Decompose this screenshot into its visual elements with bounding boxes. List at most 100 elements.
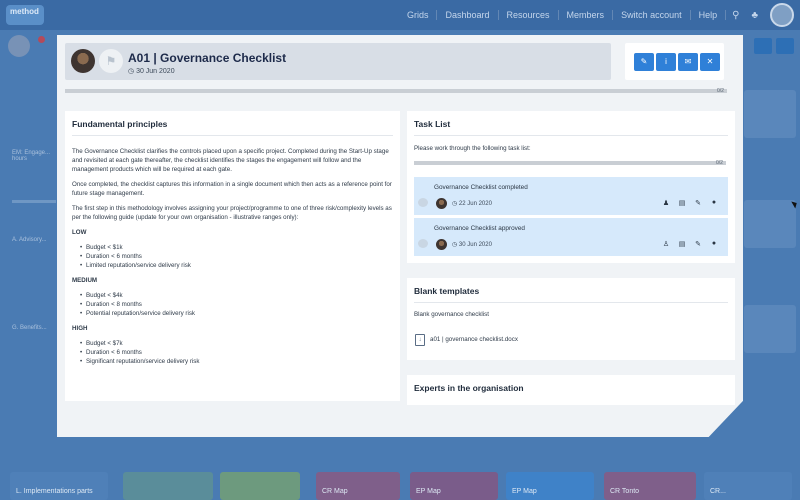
template-name: Blank governance checklist [414, 311, 489, 318]
experts-panel: Experts in the organisation [407, 375, 735, 405]
bg-grid-card[interactable] [123, 472, 213, 500]
owner-avatar [8, 35, 30, 57]
task-name: Governance Checklist completed [434, 184, 528, 191]
bell-outline-icon[interactable]: ♙ [662, 240, 670, 248]
paragraph: The first step in this methodology invol… [72, 205, 392, 221]
method-logo[interactable]: method [6, 5, 44, 25]
info-icon[interactable]: ● [710, 240, 718, 248]
bg-grid-card[interactable]: EP Map [506, 472, 594, 500]
flag-icon[interactable]: ⚑ [99, 49, 123, 73]
bg-grid-card[interactable]: CR Map [316, 472, 400, 500]
info-icon: i [665, 57, 667, 66]
task-item[interactable]: Governance Checklist approved ◷ 30 Jun 2… [414, 218, 728, 256]
task-list-panel: Task List Please work through the follow… [407, 111, 735, 263]
level-list: Budget < $7k Duration < 6 months Signifi… [80, 339, 392, 366]
list-item: Limited reputation/service delivery risk [80, 261, 392, 270]
pencil-icon: ✎ [640, 57, 648, 66]
comment-icon[interactable]: ✎ [694, 199, 702, 207]
bg-edit-button[interactable] [754, 38, 772, 54]
assignee-avatar [436, 239, 447, 250]
action-toolbar: ✎ i ✉ ✕ [625, 43, 724, 80]
comment-icon: ✉ [684, 57, 692, 66]
level-heading: HIGH [72, 325, 88, 332]
close-icon: ✕ [706, 57, 714, 66]
task-date-text: 30 Jun 2020 [458, 242, 492, 248]
bg-grid-card[interactable]: CR... [704, 472, 792, 500]
fundamental-principles-panel: Fundamental principles The Governance Ch… [65, 111, 400, 401]
document-icon[interactable]: ▤ [678, 199, 686, 207]
bottom-grid-row: L. Implementations parts CR Map EP Map E… [0, 472, 800, 500]
edit-button[interactable]: ✎ [634, 53, 654, 71]
task-checkbox[interactable] [418, 198, 428, 207]
bg-card-label: G. Benefits... [12, 325, 47, 331]
bg-grid-card[interactable]: L. Implementations parts [10, 472, 108, 500]
bg-grid-card[interactable]: EP Map [410, 472, 498, 500]
file-icon: ↓ [415, 334, 425, 346]
bg-close-button[interactable] [776, 38, 794, 54]
level-list: Budget < $1k Duration < 6 months Limited… [80, 243, 392, 270]
checklist-progress-bar [65, 89, 727, 93]
divider [72, 135, 393, 136]
bg-grid-card[interactable] [220, 472, 300, 500]
list-item: Potential reputation/service delivery ri… [80, 309, 392, 318]
bell-icon[interactable]: ♟ [662, 199, 670, 207]
nav-switch-account[interactable]: Switch account [613, 10, 691, 20]
comment-button[interactable]: ✉ [678, 53, 698, 71]
assignee-avatar [436, 198, 447, 209]
template-file-link[interactable]: a01 | governance checklist.docx [430, 336, 518, 343]
comment-icon[interactable]: ✎ [694, 240, 702, 248]
modal-header: ⚑ A01 | Governance Checklist ◷ 30 Jun 20… [65, 43, 611, 80]
bg-right-card [744, 90, 796, 138]
paragraph: The Governance Checklist clarifies the c… [72, 148, 389, 173]
page-title: A01 | Governance Checklist [128, 51, 287, 65]
level-heading: LOW [72, 229, 87, 236]
divider [414, 135, 728, 136]
task-intro-text: Please work through the following task l… [414, 145, 531, 152]
bg-card-label: EM: Engage... hours [12, 150, 51, 162]
user-avatar[interactable] [770, 3, 794, 27]
due-date: ◷ 30 Jun 2020 [128, 68, 175, 75]
task-actions: ♙ ▤ ✎ ● [662, 240, 718, 248]
nav-dashboard[interactable]: Dashboard [437, 10, 499, 20]
task-item[interactable]: Governance Checklist completed ◷ 22 Jun … [414, 177, 728, 215]
list-item: Budget < $7k [80, 339, 392, 348]
list-item: Duration < 6 months [80, 252, 392, 261]
close-button[interactable]: ✕ [700, 53, 720, 71]
due-date-text: 30 Jun 2020 [136, 68, 175, 75]
bell-icon[interactable]: ♣ [745, 10, 764, 21]
list-item: Budget < $1k [80, 243, 392, 252]
governance-checklist-modal: ⚑ A01 | Governance Checklist ◷ 30 Jun 20… [57, 35, 743, 437]
search-icon[interactable]: ⚲ [726, 10, 745, 21]
status-dot [38, 36, 45, 43]
bg-card-label: A. Advisory... [12, 237, 47, 243]
background-action-buttons [754, 38, 794, 54]
bg-grid-card[interactable]: CR Tonto [604, 472, 696, 500]
main-nav: Grids Dashboard Resources Members Switch… [399, 0, 764, 30]
list-item: Budget < $4k [80, 291, 392, 300]
task-progress-label: 0/2 [716, 160, 723, 166]
info-icon[interactable]: ● [710, 199, 718, 207]
blank-templates-panel: Blank templates Blank governance checkli… [407, 278, 735, 360]
checklist-progress-label: 0/2 [717, 88, 724, 94]
panel-title: Experts in the organisation [414, 383, 524, 393]
task-date: ◷ 30 Jun 2020 [452, 242, 492, 248]
list-item: Significant reputation/service delivery … [80, 357, 392, 366]
bg-right-card [744, 305, 796, 353]
info-button[interactable]: i [656, 53, 676, 71]
list-item: Duration < 8 months [80, 300, 392, 309]
top-navigation-bar: method Grids Dashboard Resources Members… [0, 0, 800, 30]
nav-help[interactable]: Help [691, 10, 727, 20]
bg-right-card [744, 200, 796, 248]
task-date-text: 22 Jun 2020 [458, 201, 492, 207]
owner-avatar [71, 49, 95, 73]
paragraph: Once completed, the checklist captures t… [72, 181, 392, 197]
task-progress-bar [414, 161, 726, 165]
nav-grids[interactable]: Grids [399, 10, 438, 20]
panel-title: Fundamental principles [72, 119, 168, 129]
nav-members[interactable]: Members [559, 10, 614, 20]
task-date: ◷ 22 Jun 2020 [452, 201, 492, 207]
nav-resources[interactable]: Resources [499, 10, 559, 20]
task-checkbox[interactable] [418, 239, 428, 248]
panel-title: Task List [414, 119, 451, 129]
document-icon[interactable]: ▤ [678, 240, 686, 248]
